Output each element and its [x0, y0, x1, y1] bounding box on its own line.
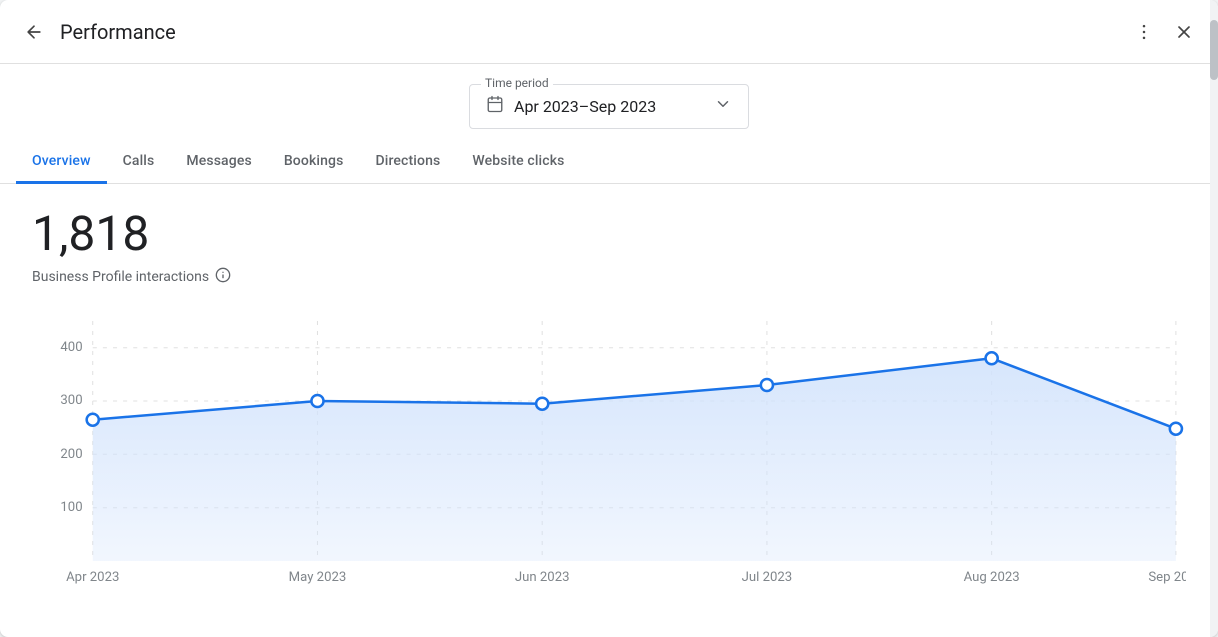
time-period-value: Apr 2023–Sep 2023: [514, 97, 704, 116]
tabs-bar: Overview Calls Messages Bookings Directi…: [0, 141, 1218, 184]
svg-text:400: 400: [60, 340, 82, 355]
metric-value: 1,818: [32, 208, 1186, 261]
data-point-sep[interactable]: [1170, 422, 1182, 434]
close-button[interactable]: [1166, 14, 1202, 50]
tab-website-clicks[interactable]: Website clicks: [456, 141, 580, 184]
svg-text:Apr 2023: Apr 2023: [66, 570, 119, 585]
page-title: Performance: [60, 20, 1126, 44]
metric-label-row: Business Profile interactions: [32, 267, 1186, 287]
metric-label-text: Business Profile interactions: [32, 269, 209, 285]
header: Performance: [0, 0, 1218, 64]
data-point-may[interactable]: [311, 395, 323, 407]
performance-panel: Performance Time period: [0, 0, 1218, 637]
main-content: 1,818 Business Profile interactions: [0, 184, 1218, 637]
svg-text:Jun 2023: Jun 2023: [515, 570, 570, 585]
data-point-jun[interactable]: [536, 397, 548, 409]
data-point-apr[interactable]: [87, 413, 99, 425]
scrollbar-thumb[interactable]: [1210, 20, 1218, 80]
svg-text:100: 100: [60, 500, 82, 515]
svg-text:Sep 2023: Sep 2023: [1148, 570, 1186, 585]
calendar-icon: [486, 95, 504, 118]
back-button[interactable]: [16, 14, 52, 50]
tab-bookings[interactable]: Bookings: [268, 141, 360, 184]
header-actions: [1126, 14, 1202, 50]
svg-text:Jul 2023: Jul 2023: [742, 570, 793, 585]
svg-text:300: 300: [60, 393, 82, 408]
line-chart: 400 300 200 100 Apr 2023 May 2023: [32, 311, 1186, 591]
chart-fill-area: [93, 358, 1176, 561]
time-period-selector[interactable]: Apr 2023–Sep 2023: [469, 84, 749, 129]
svg-text:Aug 2023: Aug 2023: [964, 570, 1020, 585]
tab-messages[interactable]: Messages: [170, 141, 267, 184]
chart-container: 400 300 200 100 Apr 2023 May 2023: [32, 311, 1186, 591]
dropdown-icon: [714, 95, 732, 118]
info-icon[interactable]: [215, 267, 231, 287]
svg-text:200: 200: [60, 447, 82, 462]
more-options-button[interactable]: [1126, 14, 1162, 50]
time-period-label: Time period: [481, 76, 553, 90]
svg-text:May 2023: May 2023: [289, 570, 347, 585]
tab-directions[interactable]: Directions: [359, 141, 456, 184]
time-period-wrapper: Time period Apr 2023–Sep 2023: [469, 84, 749, 129]
tab-calls[interactable]: Calls: [107, 141, 171, 184]
data-point-aug[interactable]: [986, 352, 998, 364]
tab-overview[interactable]: Overview: [16, 141, 107, 184]
scrollbar[interactable]: [1210, 0, 1218, 637]
time-period-section: Time period Apr 2023–Sep 2023: [0, 64, 1218, 141]
data-point-jul[interactable]: [761, 379, 773, 391]
